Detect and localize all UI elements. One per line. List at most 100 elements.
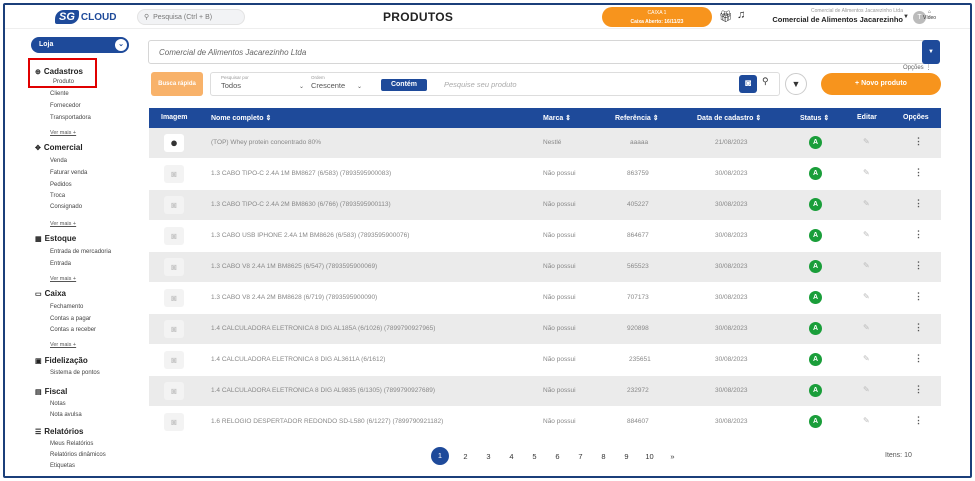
col-brand[interactable]: Marca ⇕ [543,114,571,122]
more-options-icon[interactable]: ⋮ [914,198,923,209]
edit-icon[interactable]: ✎ [863,137,870,146]
section-relatorios[interactable]: ☰ Relatórios [35,427,83,436]
camera-icon[interactable]: ◙ [739,75,757,93]
global-search-input[interactable]: ⚲ Pesquisa (Ctrl + B) [137,9,245,25]
table-row[interactable]: ● (TOP) Whey protein concentrado 80% Nes… [149,128,941,158]
chevron-down-icon[interactable]: ▼ [922,40,940,64]
col-name[interactable]: Nome completo ⇕ [211,114,271,122]
sidebar-item-troca[interactable]: Troca [50,193,65,199]
see-more-link[interactable]: Ver mais + [50,130,76,136]
video-help-button[interactable]: ⌂ Vídeo [923,9,936,21]
page-button[interactable]: 1 [431,447,449,465]
sidebar-item-sistema-pontos[interactable]: Sistema de pontos [50,370,100,376]
sidebar-item-cliente[interactable]: Cliente [50,91,69,97]
see-more-link[interactable]: Ver mais + [50,276,76,282]
page-button[interactable]: 5 [523,452,546,461]
items-per-page[interactable]: Itens: 10 [885,452,912,459]
order-select[interactable]: Ordem Crescente ⌄ [311,75,373,90]
edit-icon[interactable]: ✎ [863,385,870,394]
more-options-icon[interactable]: ⋮ [914,353,923,364]
section-estoque[interactable]: ▦ Estoque [35,234,76,243]
col-date[interactable]: Data de cadastro ⇕ [697,114,761,122]
page-button[interactable]: 7 [569,452,592,461]
match-mode-button[interactable]: Contém [381,79,427,91]
more-options-icon[interactable]: ⋮ [914,167,923,178]
sidebar-item-contas-receber[interactable]: Contas a receber [50,327,96,333]
more-options-icon[interactable]: ⋮ [914,136,923,147]
section-caixa[interactable]: ▭ Caixa [35,289,66,298]
sidebar-item-transportadora[interactable]: Transportadora [50,115,91,121]
sidebar-item-entrada[interactable]: Entrada [50,261,71,267]
page-button[interactable]: 6 [546,452,569,461]
product-search-input[interactable]: Pesquise seu produto [444,80,517,89]
sidebar-item-relatorios-dinamicos[interactable]: Relatórios dinâmicos [50,452,106,458]
edit-icon[interactable]: ✎ [863,354,870,363]
section-cadastros[interactable]: ⊕ Cadastros [35,67,83,76]
company-select[interactable]: Comercial de Alimentos Jacarezinho Ltda [148,40,928,64]
more-options-icon[interactable]: ⋮ [914,415,923,426]
edit-icon[interactable]: ✎ [863,416,870,425]
bell-icon[interactable]: ♫ [737,9,745,21]
sidebar-item-contas-pagar[interactable]: Contas a pagar [50,316,91,322]
sidebar-item-fechamento[interactable]: Fechamento [50,304,83,310]
sidebar-item-entrada-mercadoria[interactable]: Entrada de mercadoria [50,249,111,255]
page-button[interactable]: 4 [500,452,523,461]
new-product-button[interactable]: + Novo produto [821,73,941,95]
gift-icon[interactable]: 🎁︎ [719,10,733,23]
table-row[interactable]: ◙ 1.3 CABO V8 2.4A 1M BM8625 (6/547) (78… [149,252,941,282]
company-switcher[interactable]: Comercial de Alimentos Jacarezinho Ltda … [763,8,903,24]
section-title: Comercial [43,143,83,152]
table-row[interactable]: ◙ 1.4 CALCULADORA ELETRONICA 8 DIG AL185… [149,314,941,344]
table-row[interactable]: ◙ 1.4 CALCULADORA ELETRONICA 8 DIG AL361… [149,345,941,375]
sidebar-item-notas[interactable]: Notas [50,401,66,407]
sidebar-item-fornecedor[interactable]: Fornecedor [50,103,81,109]
sidebar-item-produto[interactable]: Produto [53,79,74,85]
more-options-icon[interactable]: ⋮ [914,384,923,395]
store-dropdown[interactable]: Loja ⌄ [31,37,129,53]
edit-icon[interactable]: ✎ [863,261,870,270]
search-by-select[interactable]: Pesquisar por Todos ⌄ [221,75,306,90]
see-more-link[interactable]: Ver mais + [50,342,76,348]
sidebar-item-meus-relatorios[interactable]: Meus Relatórios [50,441,93,447]
page-button[interactable]: 9 [615,452,638,461]
cash-register-button[interactable]: CAIXA 1 Caixa Aberto: 16/11/23 [602,7,712,27]
more-options-icon[interactable]: ⋮ [914,291,923,302]
more-options-icon[interactable]: ⋮ [914,229,923,240]
search-icon[interactable]: ⚲ [762,76,769,87]
next-page-button[interactable]: » [661,452,684,461]
more-options-icon[interactable]: ⋮ [914,322,923,333]
table-row[interactable]: ◙ 1.3 CABO V8 2.4A 2M BM8628 (6/719) (78… [149,283,941,313]
logo[interactable]: SG CLOUD [55,8,116,26]
see-more-link[interactable]: Ver mais + [50,221,76,227]
edit-icon[interactable]: ✎ [863,292,870,301]
section-fidelizacao[interactable]: ▣ Fidelização [35,356,88,365]
chevron-down-icon[interactable]: ▼ [903,14,909,20]
col-reference[interactable]: Referência ⇕ [615,114,659,122]
page-button[interactable]: 10 [638,452,661,461]
edit-icon[interactable]: ✎ [863,323,870,332]
sidebar-item-venda[interactable]: Venda [50,158,67,164]
table-row[interactable]: ◙ 1.3 CABO TIPO-C 2.4A 2M BM8630 (6/766)… [149,190,941,220]
table-row[interactable]: ◙ 1.6 RELOGIO DESPERTADOR REDONDO SD-L58… [149,407,941,437]
edit-icon[interactable]: ✎ [863,199,870,208]
edit-icon[interactable]: ✎ [863,230,870,239]
table-row[interactable]: ◙ 1.4 CALCULADORA ELETRONICA 8 DIG AL983… [149,376,941,406]
edit-icon[interactable]: ✎ [863,168,870,177]
page-button[interactable]: 8 [592,452,615,461]
section-fiscal[interactable]: ▤ Fiscal [35,387,67,396]
page-button[interactable]: 2 [454,452,477,461]
page-button[interactable]: 3 [477,452,500,461]
table-row[interactable]: ◙ 1.3 CABO USB IPHONE 2.4A 1M BM8626 (6/… [149,221,941,251]
filter-icon[interactable]: ▼ [785,73,807,95]
col-status[interactable]: Status ⇕ [800,114,829,122]
quick-search-button[interactable]: Busca rápida [151,72,203,96]
section-comercial[interactable]: ✥ Comercial [35,143,83,152]
sidebar-item-pedidos[interactable]: Pedidos [50,182,72,188]
table-row[interactable]: ◙ 1.3 CABO TIPO-C 2.4A 1M BM8627 (6/583)… [149,159,941,189]
options-menu[interactable]: Opções ⋮ [903,64,931,71]
more-options-icon[interactable]: ⋮ [914,260,923,271]
sidebar-item-consignado[interactable]: Consignado [50,204,82,210]
sidebar-item-nota-avulsa[interactable]: Nota avulsa [50,412,82,418]
sidebar-item-faturar-venda[interactable]: Faturar venda [50,170,87,176]
sidebar-item-etiquetas[interactable]: Etiquetas [50,463,75,469]
